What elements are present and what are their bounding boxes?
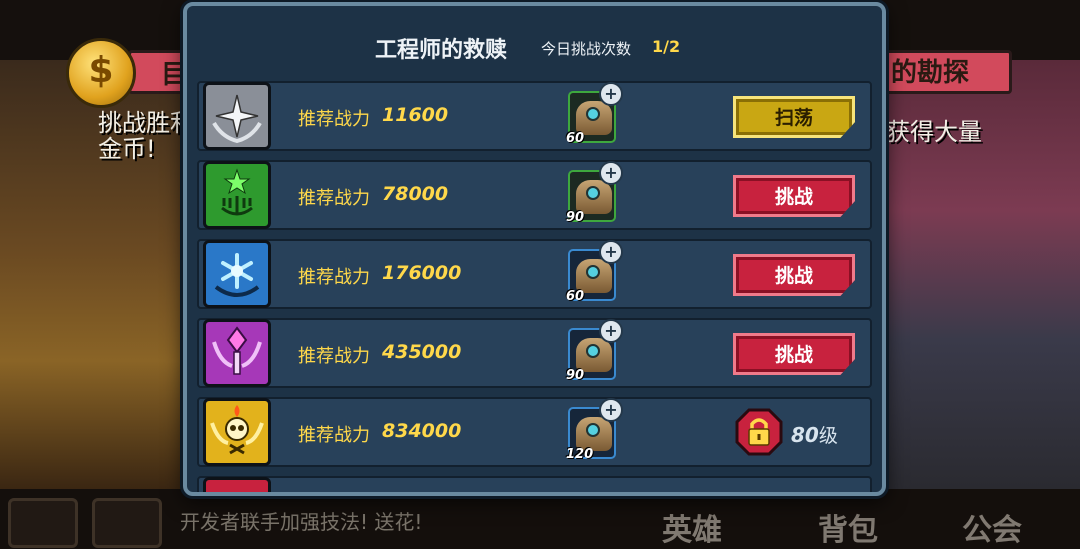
robot-eye <box>586 344 600 358</box>
robot-eye <box>586 107 600 121</box>
challenge-button[interactable]: 挑战 <box>733 175 855 217</box>
plus-icon[interactable]: + <box>599 398 623 422</box>
panel-title: 工程师的救赎 <box>375 38 508 63</box>
sweep-button[interactable]: 扫荡 <box>733 96 855 138</box>
power-label: 推荐战力 <box>298 188 370 209</box>
reward-quantity: 90 <box>566 210 585 225</box>
power-label: 推荐战力 <box>298 346 370 367</box>
stage-row: 推荐战力 834000 120 + 80级 <box>197 397 872 467</box>
unlock-level-number: 80 <box>791 423 819 447</box>
stage-row-partial <box>197 476 872 492</box>
bottom-tab-heroes[interactable]: 英雄 <box>662 505 722 549</box>
friends-icon[interactable] <box>8 498 78 548</box>
reward-quantity: 60 <box>566 131 585 146</box>
power-value: 176000 <box>382 262 462 284</box>
purple-scepter-badge-icon <box>203 319 271 387</box>
green-menorah-badge-icon <box>203 161 271 229</box>
challenge-button[interactable]: 挑战 <box>733 333 855 375</box>
bottom-tab-bag[interactable]: 背包 <box>818 505 878 549</box>
reward-quantity: 120 <box>566 447 594 462</box>
daily-challenges-value: 1/2 <box>652 37 681 56</box>
power-label: 推荐战力 <box>298 267 370 288</box>
stage-row: 推荐战力 176000 60 + 挑战 <box>197 239 872 309</box>
power-value: 78000 <box>382 183 449 205</box>
plus-icon[interactable]: + <box>599 240 623 264</box>
mail-icon[interactable] <box>92 498 162 548</box>
stage-row: 推荐战力 435000 90 + 挑战 <box>197 318 872 388</box>
robot-eye <box>586 265 600 279</box>
red-badge-icon <box>203 477 271 492</box>
stage-row: 推荐战力 78000 90 + 挑战 <box>197 160 872 230</box>
bottom-bar-background <box>0 489 1080 549</box>
lock-icon <box>735 408 783 456</box>
power-value: 834000 <box>382 420 462 442</box>
power-label: 推荐战力 <box>298 425 370 446</box>
challenge-button[interactable]: 挑战 <box>733 254 855 296</box>
stage-select-panel: 工程师的救赎 今日挑战次数 1/2 推荐战力 11600 60 + 扫荡 推荐战… <box>183 2 886 496</box>
power-value: 11600 <box>382 104 449 126</box>
bottom-tab-guild[interactable]: 公会 <box>962 505 1022 549</box>
robot-eye <box>586 423 600 437</box>
power-value: 435000 <box>382 341 462 363</box>
robot-eye <box>586 186 600 200</box>
unlock-level-suffix: 级 <box>818 425 838 447</box>
right-event-caption: 获得大量 <box>886 118 982 146</box>
plus-icon[interactable]: + <box>599 319 623 343</box>
silver-star-badge-icon <box>203 82 271 150</box>
power-label: 推荐战力 <box>298 109 370 130</box>
unlock-level: 80级 <box>791 421 838 448</box>
right-event-tab[interactable]: 的勘探 <box>872 50 1012 94</box>
gold-coin-icon: $ <box>66 38 136 108</box>
plus-icon[interactable]: + <box>599 161 623 185</box>
gold-skull-badge-icon <box>203 398 271 466</box>
bottom-scroll-text: 开发者联手加强技法! 送花! <box>180 510 423 534</box>
stage-row: 推荐战力 11600 60 + 扫荡 <box>197 81 872 151</box>
daily-challenges-label: 今日挑战次数 <box>541 40 632 58</box>
blue-snowflake-badge-icon <box>203 240 271 308</box>
reward-quantity: 90 <box>566 368 585 383</box>
plus-icon[interactable]: + <box>599 82 623 106</box>
reward-quantity: 60 <box>566 289 585 304</box>
